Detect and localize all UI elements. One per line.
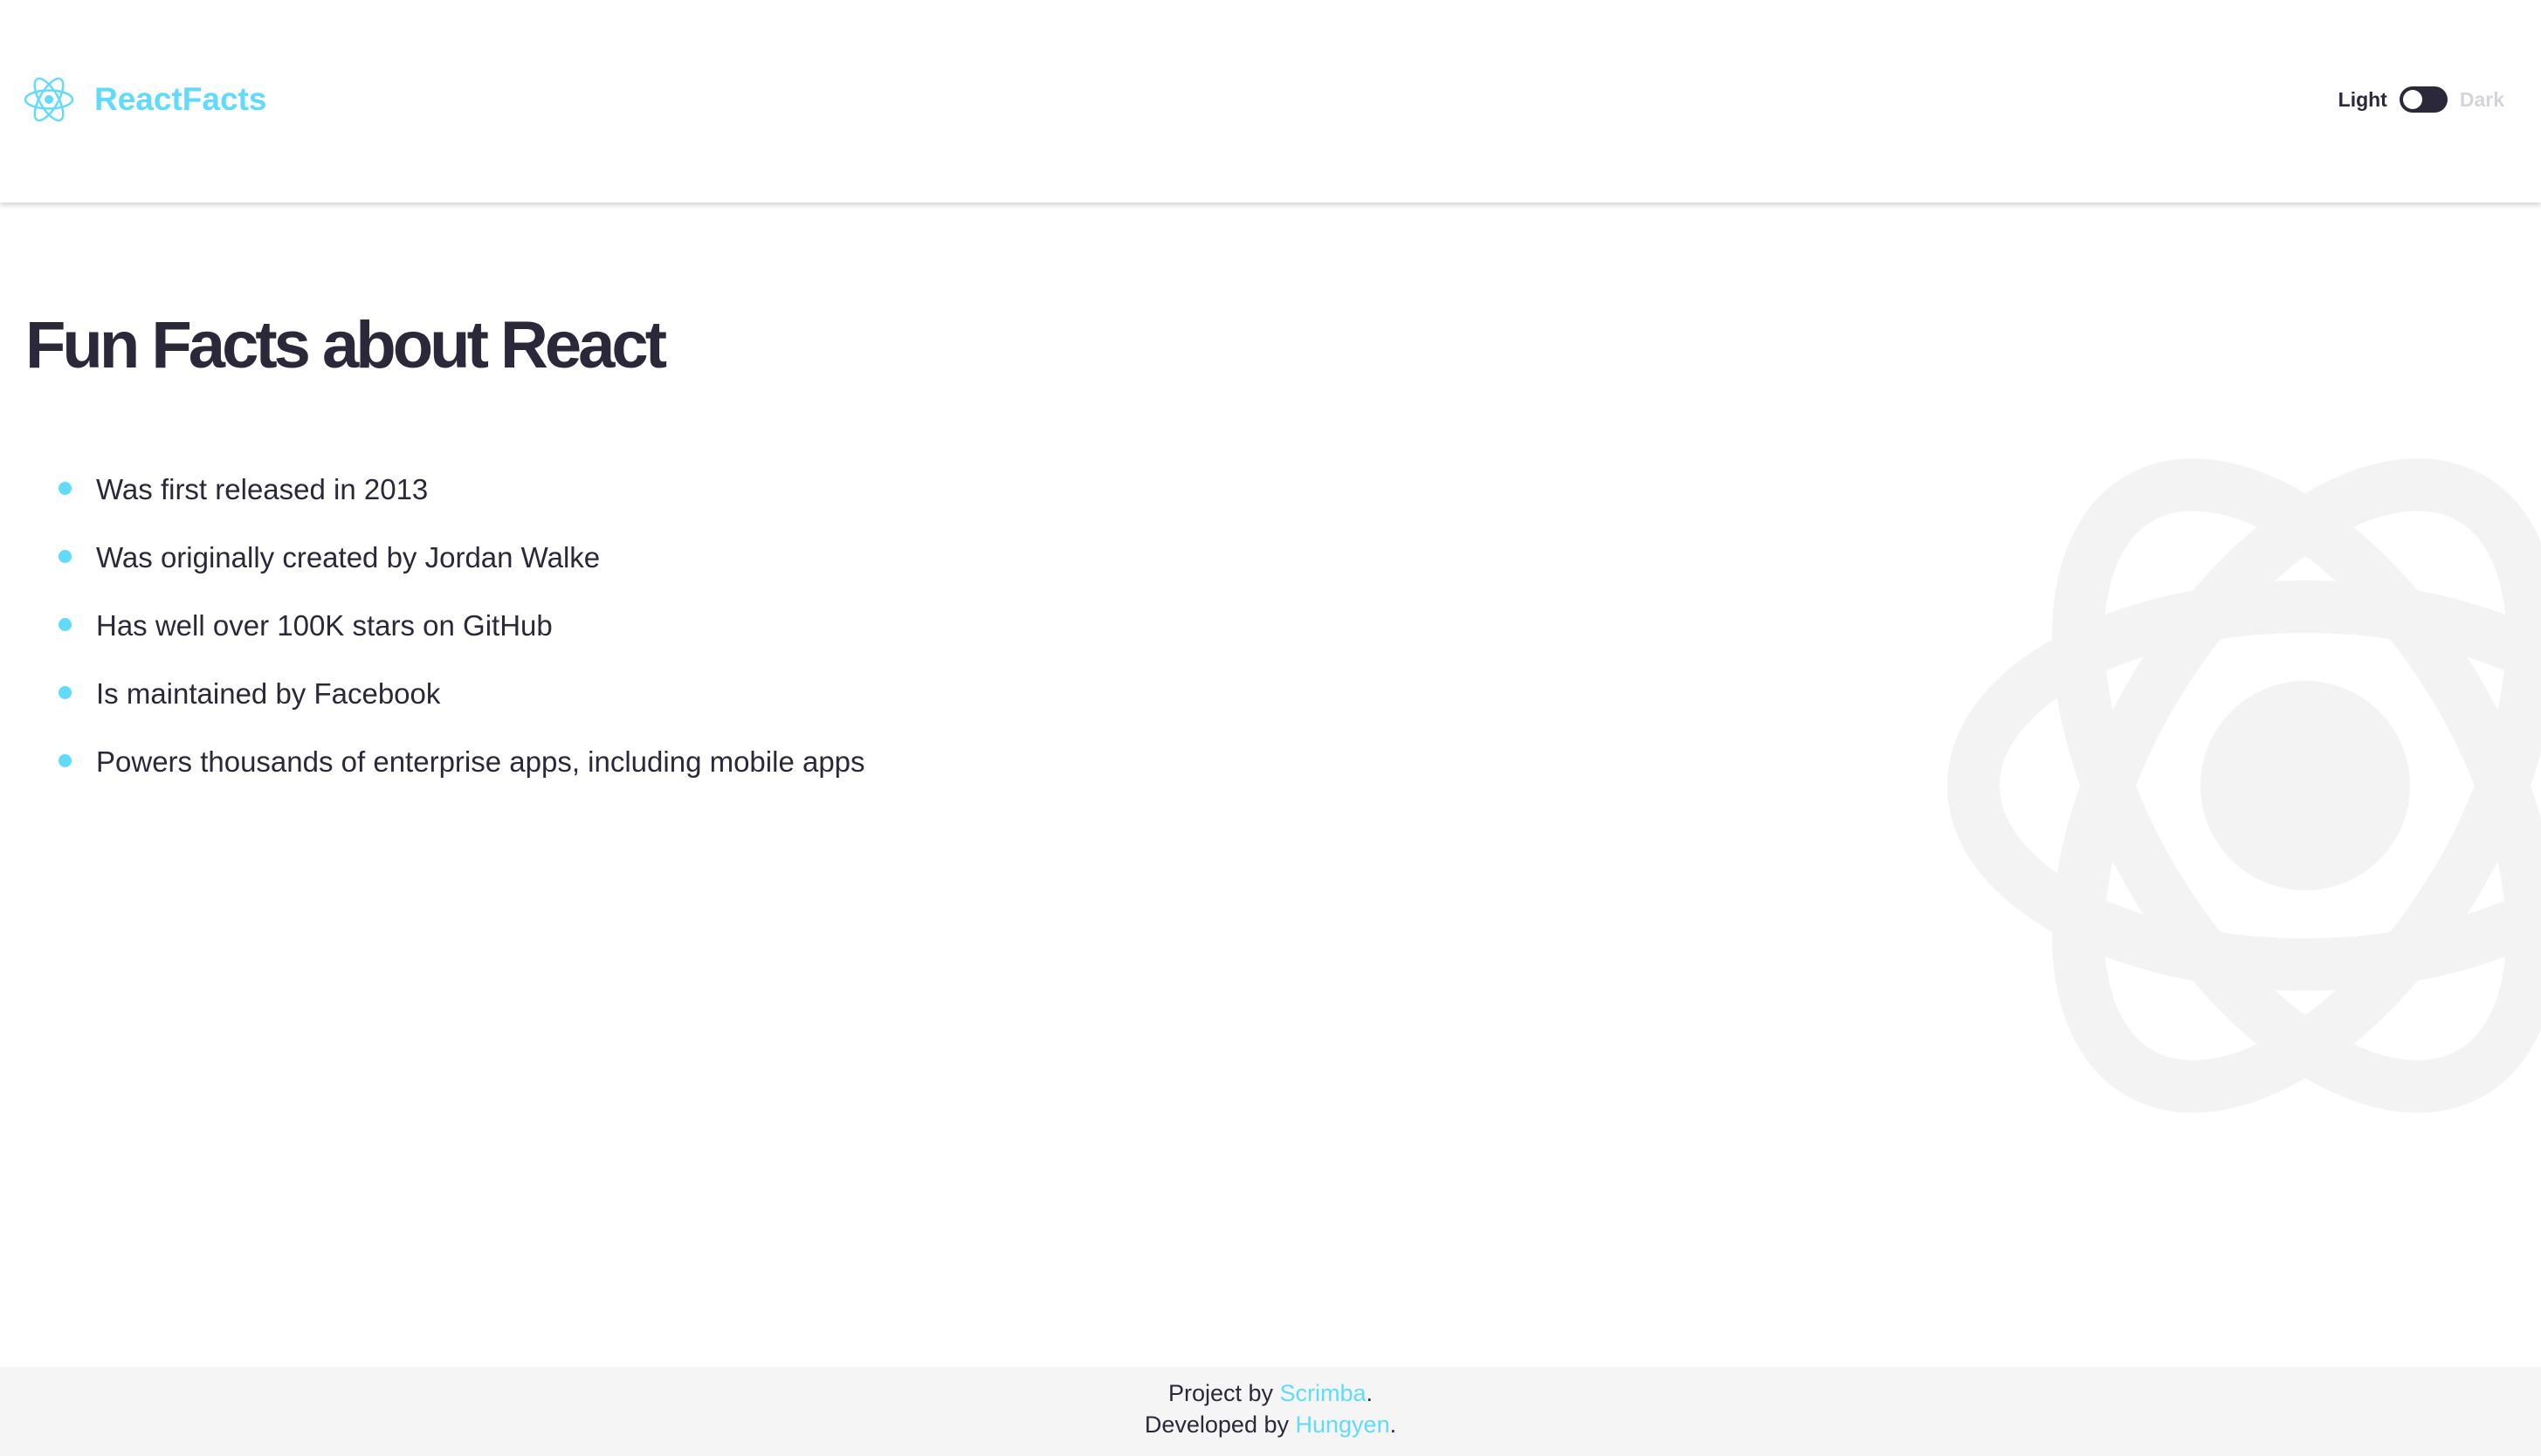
scrimba-link[interactable]: Scrimba bbox=[1280, 1380, 1367, 1406]
footer-developer-suffix: . bbox=[1389, 1411, 1397, 1438]
hungyen-link[interactable]: Hungyen bbox=[1296, 1411, 1390, 1438]
footer: Project by Scrimba. Developed by Hungyen… bbox=[0, 1367, 2541, 1456]
footer-project-prefix: Project by bbox=[1167, 1380, 1280, 1406]
fact-text: Is maintained by Facebook bbox=[96, 677, 441, 710]
bullet-dot-icon bbox=[59, 618, 72, 631]
brand[interactable]: ReactFacts bbox=[23, 73, 266, 126]
fact-text: Powers thousands of enterprise apps, inc… bbox=[96, 745, 865, 778]
toggle-knob bbox=[2402, 90, 2422, 109]
list-item: Was originally created by Jordan Walke bbox=[0, 524, 865, 592]
facts-list: Was first released in 2013 Was originall… bbox=[0, 456, 865, 796]
footer-developer-line: Developed by Hungyen. bbox=[0, 1409, 2541, 1440]
toggle-dark-label: Dark bbox=[2459, 87, 2504, 111]
bullet-dot-icon bbox=[59, 482, 72, 495]
fact-text: Was originally created by Jordan Walke bbox=[96, 541, 601, 573]
list-item: Powers thousands of enterprise apps, inc… bbox=[0, 728, 865, 796]
footer-developer-prefix: Developed by bbox=[1144, 1411, 1296, 1438]
fact-text: Has well over 100K stars on GitHub bbox=[96, 609, 553, 642]
list-item: Was first released in 2013 bbox=[0, 456, 865, 524]
list-item: Has well over 100K stars on GitHub bbox=[0, 592, 865, 660]
navbar: ReactFacts Light Dark bbox=[0, 0, 2541, 203]
bullet-dot-icon bbox=[59, 550, 72, 563]
list-item: Is maintained by Facebook bbox=[0, 660, 865, 728]
bullet-dot-icon bbox=[59, 754, 72, 767]
bullet-dot-icon bbox=[59, 686, 72, 699]
brand-name: ReactFacts bbox=[94, 81, 267, 117]
toggle-light-label: Light bbox=[2338, 87, 2387, 111]
footer-project-line: Project by Scrimba. bbox=[0, 1377, 2541, 1409]
theme-toggle-group: Light Dark bbox=[2338, 82, 2504, 117]
main-content: Fun Facts about React Was first released… bbox=[0, 203, 2541, 1367]
page-title: Fun Facts about React bbox=[25, 308, 667, 382]
react-atom-icon bbox=[24, 77, 74, 122]
footer-project-suffix: . bbox=[1366, 1380, 1374, 1406]
page: ReactFacts Light Dark Fun Facts about Re… bbox=[0, 0, 2541, 1456]
fact-text: Was first released in 2013 bbox=[96, 473, 429, 505]
theme-toggle-switch[interactable] bbox=[2399, 86, 2448, 113]
